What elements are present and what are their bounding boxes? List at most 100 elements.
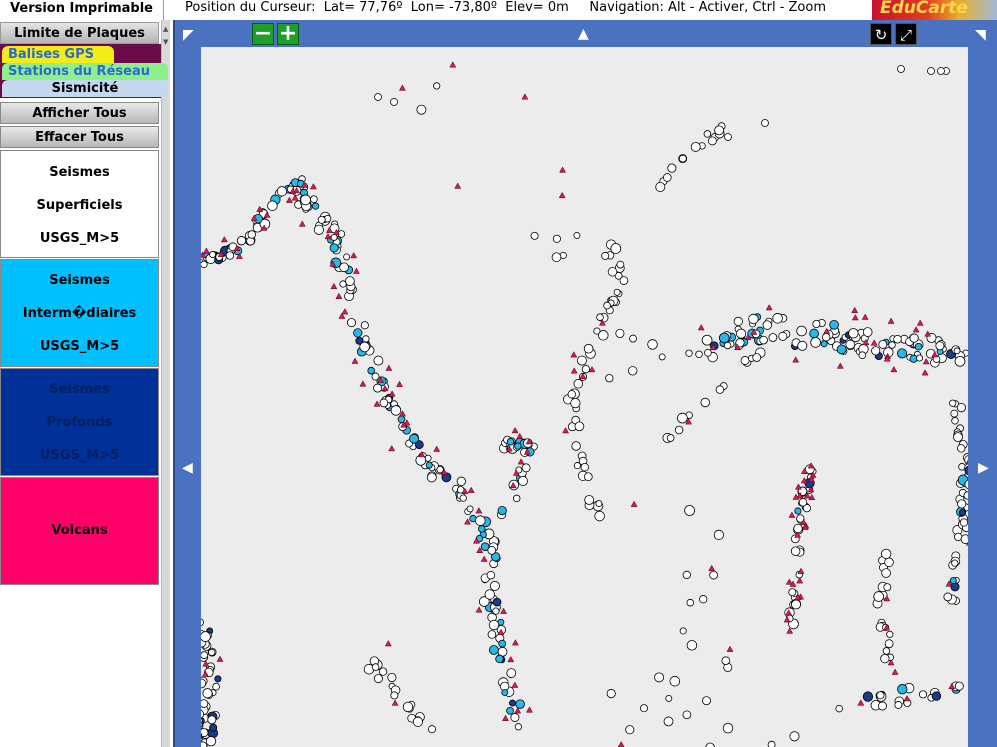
volcano-marker[interactable]: [836, 362, 844, 369]
shallow-earthquake-marker[interactable]: [733, 316, 743, 327]
shallow-earthquake-marker[interactable]: [359, 341, 370, 353]
shallow-earthquake-marker[interactable]: [201, 631, 211, 642]
volcano-marker[interactable]: [559, 166, 567, 173]
shallow-earthquake-marker[interactable]: [426, 472, 437, 483]
intermediate-earthquake-marker[interactable]: [498, 639, 507, 648]
shallow-earthquake-marker[interactable]: [686, 598, 695, 607]
shallow-earthquake-marker[interactable]: [601, 251, 610, 260]
shallow-earthquake-marker[interactable]: [584, 495, 595, 505]
zoom-in-button[interactable]: +: [277, 23, 299, 45]
pan-west-arrow-icon[interactable]: ◀: [182, 461, 193, 475]
shallow-earthquake-marker[interactable]: [685, 349, 693, 357]
volcano-marker[interactable]: [220, 236, 228, 243]
intermediate-earthquake-marker[interactable]: [488, 645, 499, 655]
volcano-marker[interactable]: [330, 282, 338, 290]
shallow-earthquake-marker[interactable]: [723, 341, 732, 350]
shallow-earthquake-marker[interactable]: [345, 276, 355, 286]
volcano-marker[interactable]: [912, 326, 920, 333]
volcano-marker[interactable]: [335, 292, 343, 299]
shallow-earthquake-marker[interactable]: [433, 82, 441, 90]
shallow-earthquake-marker[interactable]: [571, 441, 581, 451]
shallow-earthquake-marker[interactable]: [629, 334, 638, 343]
volcano-marker[interactable]: [216, 655, 224, 662]
shallow-earthquake-marker[interactable]: [619, 276, 629, 285]
shallow-earthquake-marker[interactable]: [674, 425, 684, 435]
shallow-earthquake-marker[interactable]: [767, 740, 776, 747]
shallow-earthquake-marker[interactable]: [960, 534, 968, 545]
tab-network-stations[interactable]: Stations du Réseau: [2, 63, 168, 80]
shallow-earthquake-marker[interactable]: [796, 325, 807, 337]
shallow-earthquake-marker[interactable]: [373, 674, 383, 684]
volcano-marker[interactable]: [324, 232, 332, 240]
shallow-earthquake-marker[interactable]: [360, 321, 369, 330]
shallow-earthquake-marker[interactable]: [390, 691, 399, 700]
volcano-marker[interactable]: [351, 357, 359, 364]
intermediate-earthquake-marker[interactable]: [718, 332, 730, 344]
shallow-earthquake-marker[interactable]: [510, 713, 520, 722]
shallow-earthquake-marker[interactable]: [954, 681, 964, 691]
shallow-earthquake-marker[interactable]: [950, 409, 959, 418]
shallow-earthquake-marker[interactable]: [647, 339, 658, 350]
shallow-earthquake-marker[interactable]: [714, 125, 725, 136]
shallow-earthquake-marker[interactable]: [882, 647, 891, 655]
volcano-marker[interactable]: [526, 706, 533, 713]
pan-north-arrow-icon[interactable]: ▲: [578, 27, 589, 41]
intermediate-earthquake-marker[interactable]: [515, 699, 525, 709]
shallow-earthquake-marker[interactable]: [436, 465, 444, 474]
intermediate-earthquake-marker[interactable]: [495, 654, 504, 664]
shallow-earthquake-marker[interactable]: [662, 173, 672, 182]
shallow-earthquake-marker[interactable]: [845, 339, 856, 350]
shallow-earthquake-marker[interactable]: [209, 251, 217, 258]
volcano-marker[interactable]: [396, 380, 403, 387]
shallow-earthquake-marker[interactable]: [878, 339, 888, 349]
shallow-earthquake-marker[interactable]: [894, 701, 903, 709]
intermediate-earthquake-marker[interactable]: [836, 344, 847, 355]
shallow-earthquake-marker[interactable]: [722, 723, 734, 734]
shallow-earthquake-marker[interactable]: [943, 592, 953, 602]
shallow-earthquake-marker[interactable]: [225, 251, 235, 260]
shallow-earthquake-marker[interactable]: [721, 656, 731, 665]
shallow-earthquake-marker[interactable]: [798, 498, 808, 507]
volcano-marker[interactable]: [794, 483, 802, 490]
volcano-marker[interactable]: [861, 313, 869, 320]
shallow-earthquake-marker[interactable]: [918, 690, 928, 699]
intermediate-earthquake-marker[interactable]: [497, 505, 507, 516]
shallow-earthquake-marker[interactable]: [876, 691, 885, 700]
shallow-earthquake-marker[interactable]: [427, 725, 437, 734]
shallow-earthquake-marker[interactable]: [778, 331, 788, 341]
volcano-marker[interactable]: [788, 511, 796, 518]
shallow-earthquake-marker[interactable]: [267, 200, 278, 211]
volcano-marker[interactable]: [792, 356, 800, 363]
shallow-earthquake-marker[interactable]: [580, 462, 590, 472]
shallow-earthquake-marker[interactable]: [682, 570, 691, 580]
intermediate-earthquake-marker[interactable]: [794, 507, 802, 515]
shallow-earthquake-marker[interactable]: [567, 390, 576, 399]
shallow-earthquake-marker[interactable]: [276, 186, 288, 197]
plate-boundaries-button[interactable]: Limite de Plaques: [0, 22, 159, 44]
volcano-marker[interactable]: [617, 740, 625, 747]
volcano-marker[interactable]: [726, 645, 734, 652]
tab-gps-beacons[interactable]: Balises GPS: [2, 46, 114, 63]
legend-volcanoes[interactable]: Volcans: [0, 477, 159, 585]
scroll-down-arrow-icon[interactable]: ▼: [163, 38, 168, 46]
intermediate-earthquake-marker[interactable]: [897, 684, 908, 695]
intermediate-earthquake-marker[interactable]: [506, 438, 515, 446]
shallow-earthquake-marker[interactable]: [790, 546, 801, 556]
shallow-earthquake-marker[interactable]: [686, 640, 698, 651]
volcano-marker[interactable]: [857, 699, 865, 706]
intermediate-earthquake-marker[interactable]: [501, 689, 509, 696]
shallow-earthquake-marker[interactable]: [387, 672, 397, 683]
shallow-earthquake-marker[interactable]: [488, 619, 500, 631]
volcano-marker[interactable]: [697, 324, 705, 331]
shallow-earthquake-marker[interactable]: [658, 353, 666, 361]
shallow-earthquake-marker[interactable]: [788, 588, 797, 597]
shallow-earthquake-marker[interactable]: [212, 682, 220, 691]
shallow-earthquake-marker[interactable]: [416, 104, 427, 115]
volcano-marker[interactable]: [916, 319, 924, 326]
shallow-earthquake-marker[interactable]: [654, 672, 665, 683]
shallow-earthquake-marker[interactable]: [951, 559, 959, 567]
volcano-marker[interactable]: [475, 507, 483, 514]
shallow-earthquake-marker[interactable]: [684, 505, 695, 516]
deep-earthquake-marker[interactable]: [209, 723, 218, 732]
shallow-earthquake-marker[interactable]: [762, 320, 773, 330]
